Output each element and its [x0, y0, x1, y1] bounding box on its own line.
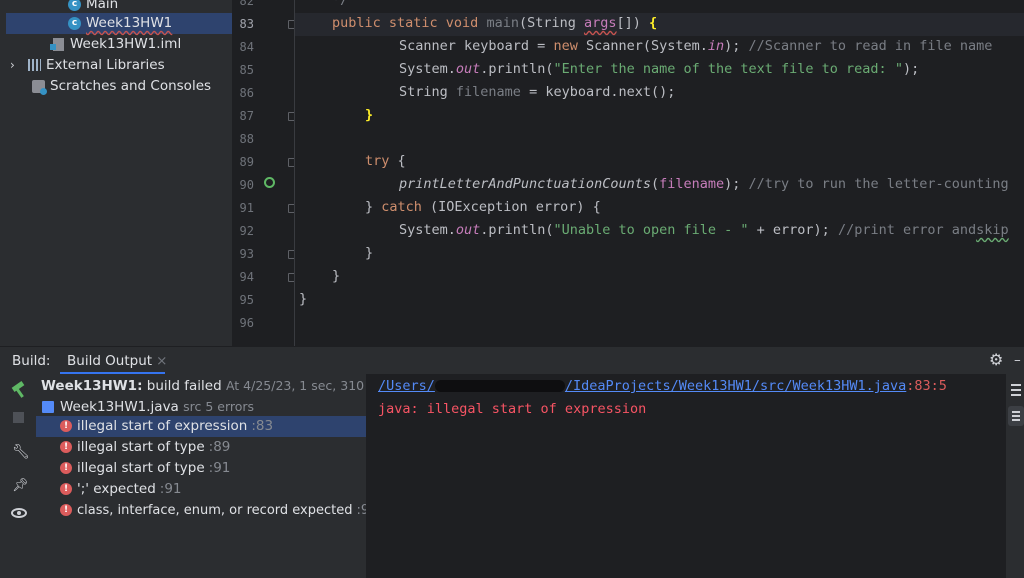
code-line-91: } catch (IOException error) { [365, 199, 601, 215]
error-item[interactable]: ! class, interface, enum, or record expec… [36, 500, 377, 521]
build-actions-strip: 🔧︎ 📌︎ [0, 374, 36, 578]
library-icon [28, 59, 41, 71]
soft-wrap-icon[interactable] [1011, 384, 1021, 396]
scratches-icon [32, 79, 47, 95]
build-tool-window-header: Build: Build Output × ⚙ – [0, 346, 1024, 375]
error-icon: ! [60, 441, 72, 453]
console-actions-strip [1006, 374, 1024, 578]
scroll-to-end-icon[interactable] [1008, 406, 1024, 426]
code-line-93: } [365, 245, 374, 261]
error-message: java: illegal start of expression [378, 401, 647, 417]
error-icon: ! [60, 420, 72, 432]
tree-item-label: Week13HW1 [86, 15, 173, 31]
eye-icon[interactable] [11, 508, 27, 518]
line-number: 86 [239, 86, 254, 100]
error-item[interactable]: ! ';' expected:91 [36, 479, 366, 500]
code-line-95: } [299, 291, 308, 307]
chevron-right-icon[interactable]: › [10, 55, 20, 76]
error-item[interactable]: ! illegal start of expression:83 [36, 416, 366, 437]
line-number: 92 [239, 224, 254, 238]
code-line-85: System.out.println("Enter the name of th… [399, 61, 920, 77]
code-line-84: Scanner keyboard = new Scanner(System.in… [399, 38, 993, 54]
recursive-call-icon [264, 177, 275, 188]
java-file-icon [42, 401, 54, 413]
code-line-86: String filename = keyboard.next(); [399, 84, 676, 100]
tree-item-external-libraries[interactable]: › External Libraries [0, 55, 242, 76]
tree-item-label: Main [86, 0, 119, 12]
build-result-file[interactable]: Week13HW1.java src 5 errors [36, 396, 366, 417]
line-number: 96 [239, 316, 254, 330]
stop-icon[interactable] [13, 412, 24, 423]
tree-item-week13hw1[interactable]: c Week13HW1 [6, 13, 232, 34]
line-number: 91 [239, 201, 254, 215]
class-icon: c [68, 16, 81, 30]
error-icon: ! [60, 483, 72, 495]
close-tab-icon[interactable]: × [156, 353, 167, 369]
error-item[interactable]: ! illegal start of type:91 [36, 458, 366, 479]
code-line-89: try { [365, 153, 406, 169]
editor-gutter: 82 83 84 85 86 87 88 89 90 91 92 93 94 9… [232, 0, 316, 346]
class-icon: c [68, 0, 81, 11]
line-number: 83 [239, 17, 254, 31]
pin-icon[interactable]: 📌︎ [12, 478, 29, 493]
error-icon: ! [60, 504, 72, 516]
code-line-92: System.out.println("Unable to open file … [399, 222, 1009, 238]
code-line: */ [332, 0, 349, 8]
line-number: 94 [239, 270, 254, 284]
error-position: :83:5 [906, 378, 947, 394]
tree-item-scratches[interactable]: Scratches and Consoles [0, 76, 264, 97]
line-number: 88 [239, 132, 254, 146]
tree-item-label: External Libraries [46, 57, 165, 73]
build-console[interactable]: /Users//IdeaProjects/Week13HW1/src/Week1… [366, 374, 1006, 578]
error-icon: ! [60, 462, 72, 474]
file-path-link[interactable]: /Users//IdeaProjects/Week13HW1/src/Week1… [378, 378, 906, 394]
code-line-83: public static void main(String args[]) { [332, 15, 658, 31]
line-number: 85 [239, 63, 254, 77]
gear-icon[interactable]: ⚙ [989, 350, 1003, 369]
error-location-line: /Users//IdeaProjects/Week13HW1/src/Week1… [378, 378, 947, 394]
tab-build-output[interactable]: Build Output × [67, 353, 167, 369]
redacted-block [434, 380, 565, 392]
line-number: 95 [239, 293, 254, 307]
line-number: 87 [239, 109, 254, 123]
line-number: 89 [239, 155, 254, 169]
module-file-icon [50, 37, 64, 51]
wrench-icon[interactable]: 🔧︎ [12, 444, 30, 460]
tool-window-title: Build: [12, 353, 51, 369]
line-number: 93 [239, 247, 254, 261]
hammer-icon[interactable] [11, 381, 26, 398]
line-number: 82 [239, 0, 254, 8]
code-editor[interactable]: */ public static void main(String args[]… [294, 0, 1024, 346]
line-number: 90 [239, 178, 254, 192]
line-number: 84 [239, 40, 254, 54]
tree-item-label: Week13HW1.iml [70, 36, 182, 52]
code-line-90: printLetterAndPunctuationCounts(filename… [399, 176, 1009, 192]
build-results-tree: Week13HW1: build failed At 4/25/23, 1 se… [36, 374, 387, 578]
code-line-94: } [332, 268, 341, 284]
tree-item-label: Scratches and Consoles [50, 78, 212, 94]
build-result-root[interactable]: Week13HW1: build failed At 4/25/23, 1 se… [36, 375, 387, 396]
minimize-icon[interactable]: – [1014, 352, 1021, 368]
project-tree: c Main c Week13HW1 Week13HW1.iml › External… [0, 0, 232, 346]
code-line-87: } [365, 107, 374, 123]
error-item[interactable]: ! illegal start of type:89 [36, 437, 366, 458]
